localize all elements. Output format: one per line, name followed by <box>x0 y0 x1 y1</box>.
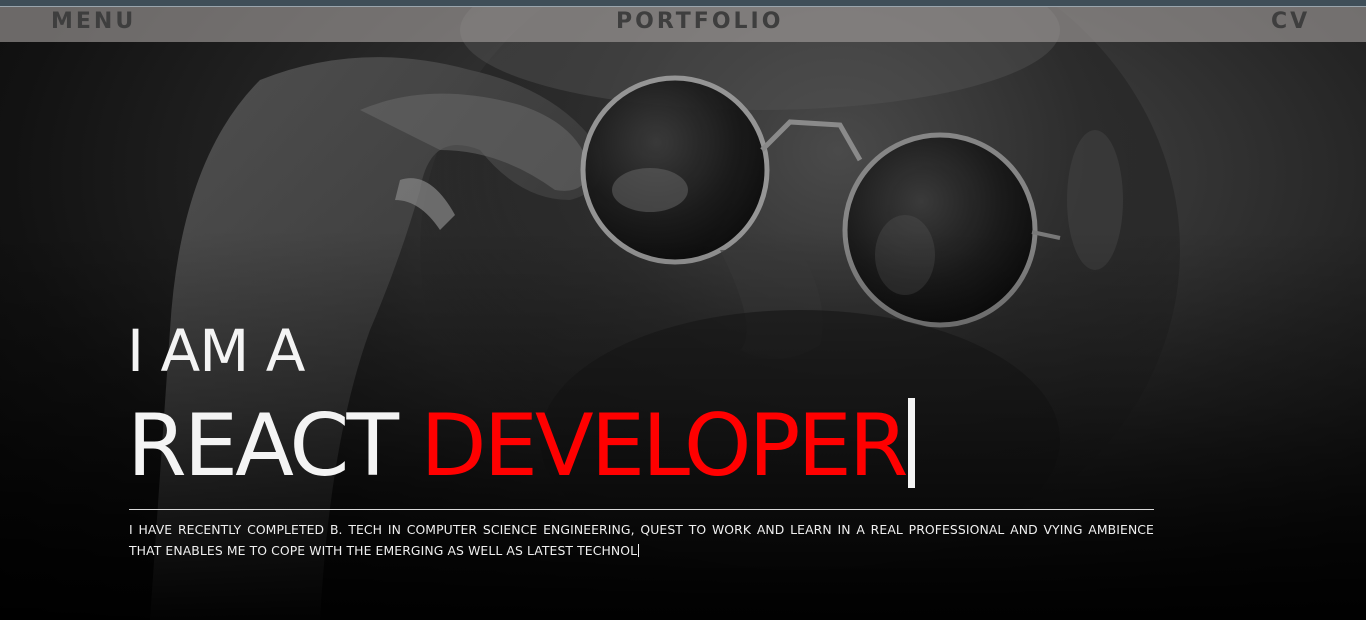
top-border-strip <box>0 0 1366 7</box>
top-navbar: MENU PORTFOLIO CV <box>0 7 1366 42</box>
typing-cursor <box>907 398 915 488</box>
nav-menu-link[interactable]: MENU <box>51 7 136 39</box>
headline-role: REACT DEVELOPER <box>127 398 915 492</box>
headline-divider <box>129 509 1154 510</box>
bio-line-2: THAT ENABLES ME TO COPE WITH THE EMERGIN… <box>129 543 638 558</box>
nav-cv-link[interactable]: CV <box>1271 7 1310 39</box>
nav-portfolio-link[interactable]: PORTFOLIO <box>616 7 783 39</box>
headline-intro: I AM A <box>127 317 305 385</box>
hero-section: MENU PORTFOLIO CV I AM A REACT DEVELOPER… <box>0 0 1366 620</box>
bio-text: I HAVE RECENTLY COMPLETED B. TECH IN COM… <box>129 519 1154 561</box>
role-word-developer: DEVELOPER <box>420 396 908 496</box>
bio-line-1: I HAVE RECENTLY COMPLETED B. TECH IN COM… <box>129 522 1154 537</box>
bio-typing-cursor <box>638 544 640 557</box>
role-word-react: REACT <box>127 396 399 496</box>
